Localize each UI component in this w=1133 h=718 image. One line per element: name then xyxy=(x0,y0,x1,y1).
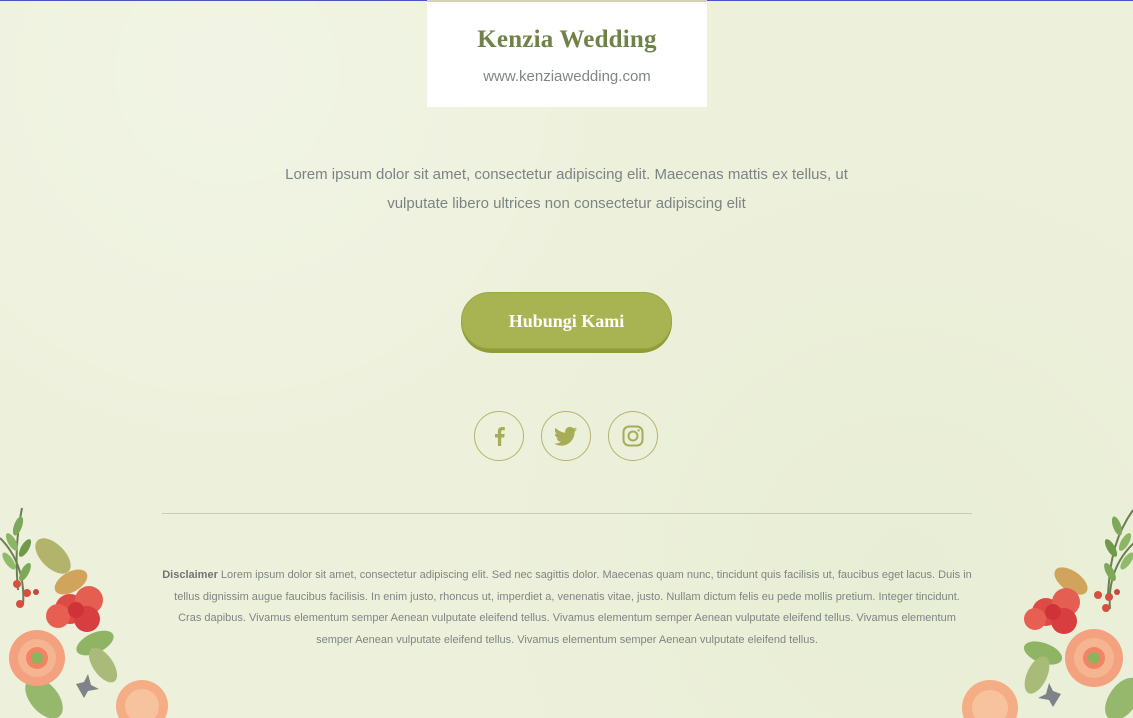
facebook-icon xyxy=(495,427,505,446)
disclaimer-body: Lorem ipsum dolor sit amet, consectetur … xyxy=(174,569,972,646)
brand-title: Kenzia Wedding xyxy=(477,26,657,53)
disclaimer-label: Disclaimer xyxy=(162,569,218,581)
cta-shadow: Hubungi Kami xyxy=(461,292,672,353)
twitter-icon xyxy=(554,426,577,446)
brand-url[interactable]: www.kenziawedding.com xyxy=(427,68,707,85)
disclaimer-text: Disclaimer Lorem ipsum dolor sit amet, c… xyxy=(162,565,972,651)
instagram-icon xyxy=(622,425,644,447)
left-berries xyxy=(13,580,39,608)
floral-corner-left xyxy=(0,507,168,718)
left-leaves xyxy=(25,538,118,718)
right-red-flower xyxy=(1024,588,1080,634)
floral-corner-right xyxy=(962,509,1133,718)
footer-divider xyxy=(162,513,972,514)
intro-text: Lorem ipsum dolor sit amet, consectetur … xyxy=(285,166,848,212)
social-links xyxy=(474,411,660,463)
brand-card: Kenzia Wedding www.kenziawedding.com xyxy=(427,0,707,107)
contact-button[interactable]: Hubungi Kami xyxy=(461,292,672,349)
right-berries xyxy=(1094,589,1120,612)
facebook-button[interactable] xyxy=(474,411,524,461)
left-red-flower xyxy=(46,586,103,632)
page-background: Kenzia Wedding www.kenziawedding.com Lor… xyxy=(0,0,1133,718)
instagram-button[interactable] xyxy=(608,411,658,461)
left-bird xyxy=(76,674,99,698)
twitter-button[interactable] xyxy=(541,411,591,461)
